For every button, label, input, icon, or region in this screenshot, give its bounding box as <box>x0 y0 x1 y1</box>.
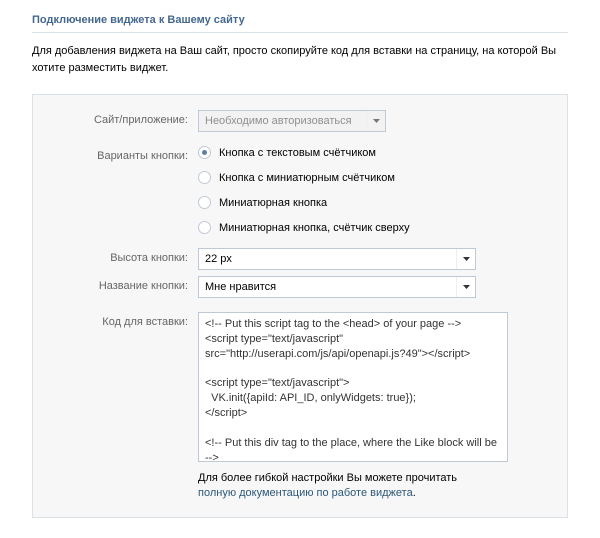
docs-link[interactable]: полную документацию по работе виджета <box>198 487 413 499</box>
radio-icon <box>198 221 211 234</box>
intro-text: Для добавления виджета на Ваш сайт, прос… <box>32 43 568 76</box>
chevron-down-icon <box>456 277 475 297</box>
variant-label: Кнопка с текстовым счётчиком <box>219 147 376 159</box>
name-label: Название кнопки: <box>48 276 198 292</box>
height-label: Высота кнопки: <box>48 248 198 264</box>
name-select-value: Мне нравится <box>205 281 276 293</box>
radio-icon <box>198 196 211 209</box>
radio-icon <box>198 146 211 159</box>
name-select[interactable]: Мне нравится <box>198 276 476 298</box>
form-panel: Сайт/приложение: Необходимо авторизовать… <box>32 94 568 518</box>
variant-option-1[interactable]: Кнопка с миниатюрным счётчиком <box>198 171 552 184</box>
variant-label: Миниатюрная кнопка, счётчик сверху <box>219 222 410 234</box>
site-select-value: Необходимо авторизоваться <box>205 115 352 127</box>
height-select[interactable]: 22 px <box>198 248 476 270</box>
variants-label: Варианты кнопки: <box>48 146 198 162</box>
section-header: Подключение виджета к Вашему сайту <box>32 10 568 33</box>
height-select-value: 22 px <box>205 253 232 265</box>
radio-icon <box>198 171 211 184</box>
code-label: Код для вставки: <box>48 312 198 328</box>
code-textarea[interactable] <box>198 312 508 462</box>
footer-note: Для более гибкой настройки Вы можете про… <box>198 471 498 502</box>
variant-option-3[interactable]: Миниатюрная кнопка, счётчик сверху <box>198 221 552 234</box>
variant-option-2[interactable]: Миниатюрная кнопка <box>198 196 552 209</box>
chevron-down-icon <box>366 111 385 131</box>
site-select[interactable]: Необходимо авторизоваться <box>198 110 386 132</box>
footer-text-1: Для более гибкой настройки Вы можете про… <box>198 472 457 484</box>
variants-group: Кнопка с текстовым счётчиком Кнопка с ми… <box>198 146 552 234</box>
site-label: Сайт/приложение: <box>48 110 198 126</box>
footer-text-2: . <box>413 487 416 499</box>
variant-option-0[interactable]: Кнопка с текстовым счётчиком <box>198 146 552 159</box>
variant-label: Миниатюрная кнопка <box>219 197 327 209</box>
variant-label: Кнопка с миниатюрным счётчиком <box>219 172 395 184</box>
chevron-down-icon <box>456 249 475 269</box>
